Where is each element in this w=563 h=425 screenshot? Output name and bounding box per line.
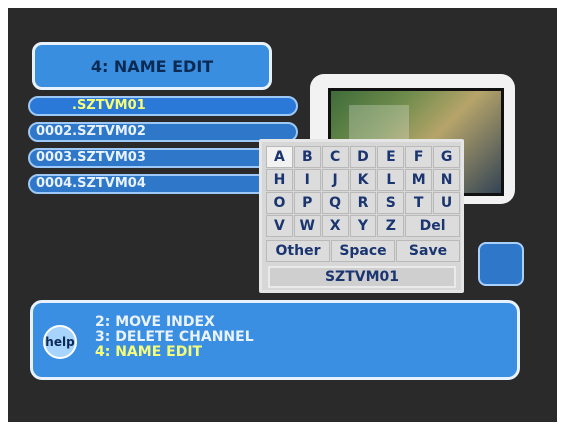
- key-x[interactable]: X: [321, 215, 349, 237]
- key-m[interactable]: M: [405, 169, 433, 191]
- key-s[interactable]: S: [377, 192, 405, 214]
- key-h[interactable]: H: [266, 169, 293, 191]
- key-v[interactable]: V: [266, 215, 293, 237]
- key-t[interactable]: T: [405, 192, 433, 214]
- channel-list: .SZTVM01 0002.SZTVM02 0003.SZTVM03 0004.…: [28, 96, 298, 200]
- key-d[interactable]: D: [349, 146, 377, 168]
- key-n[interactable]: N: [433, 169, 460, 191]
- tv-screen: 4: NAME EDIT .SZTVM01 0002.SZTVM02 0003.…: [8, 8, 557, 422]
- key-l[interactable]: L: [377, 169, 405, 191]
- keyboard-action-row: Other Space Save: [266, 240, 460, 262]
- help-icon: help: [43, 325, 77, 359]
- channel-item[interactable]: 0003.SZTVM03: [28, 148, 298, 168]
- help-lines: 2: MOVE INDEX 3: DELETE CHANNEL 4: NAME …: [95, 315, 254, 360]
- channel-item[interactable]: 0002.SZTVM02: [28, 122, 298, 142]
- key-w[interactable]: W: [293, 215, 321, 237]
- key-k[interactable]: K: [349, 169, 377, 191]
- on-screen-keyboard: A B C D E F G H I J K L M N O P Q R S T …: [259, 139, 464, 293]
- help-line-delete-channel: 3: DELETE CHANNEL: [95, 329, 254, 345]
- space-key[interactable]: Space: [331, 240, 395, 262]
- help-panel: help 2: MOVE INDEX 3: DELETE CHANNEL 4: …: [30, 300, 520, 380]
- help-line-move-index: 2: MOVE INDEX: [95, 314, 215, 330]
- key-b[interactable]: B: [293, 146, 321, 168]
- name-input[interactable]: SZTVM01: [268, 266, 456, 288]
- save-key[interactable]: Save: [396, 240, 460, 262]
- key-e[interactable]: E: [377, 146, 405, 168]
- key-y[interactable]: Y: [349, 215, 377, 237]
- key-g[interactable]: G: [433, 146, 460, 168]
- key-o[interactable]: O: [266, 192, 293, 214]
- other-key[interactable]: Other: [266, 240, 330, 262]
- channel-item[interactable]: 0004.SZTVM04: [28, 174, 298, 194]
- help-line-name-edit: 4: NAME EDIT: [95, 344, 203, 360]
- key-i[interactable]: I: [293, 169, 321, 191]
- key-r[interactable]: R: [349, 192, 377, 214]
- status-box: [478, 242, 524, 286]
- key-f[interactable]: F: [405, 146, 433, 168]
- key-c[interactable]: C: [321, 146, 349, 168]
- key-q[interactable]: Q: [321, 192, 349, 214]
- keyboard-grid: A B C D E F G H I J K L M N O P Q R S T …: [266, 146, 460, 238]
- key-u[interactable]: U: [433, 192, 460, 214]
- channel-item-selected[interactable]: .SZTVM01: [28, 96, 298, 116]
- key-p[interactable]: P: [293, 192, 321, 214]
- key-z[interactable]: Z: [377, 215, 405, 237]
- page-title: 4: NAME EDIT: [32, 42, 272, 90]
- delete-key[interactable]: Del: [405, 215, 460, 237]
- key-j[interactable]: J: [321, 169, 349, 191]
- key-a[interactable]: A: [266, 146, 293, 168]
